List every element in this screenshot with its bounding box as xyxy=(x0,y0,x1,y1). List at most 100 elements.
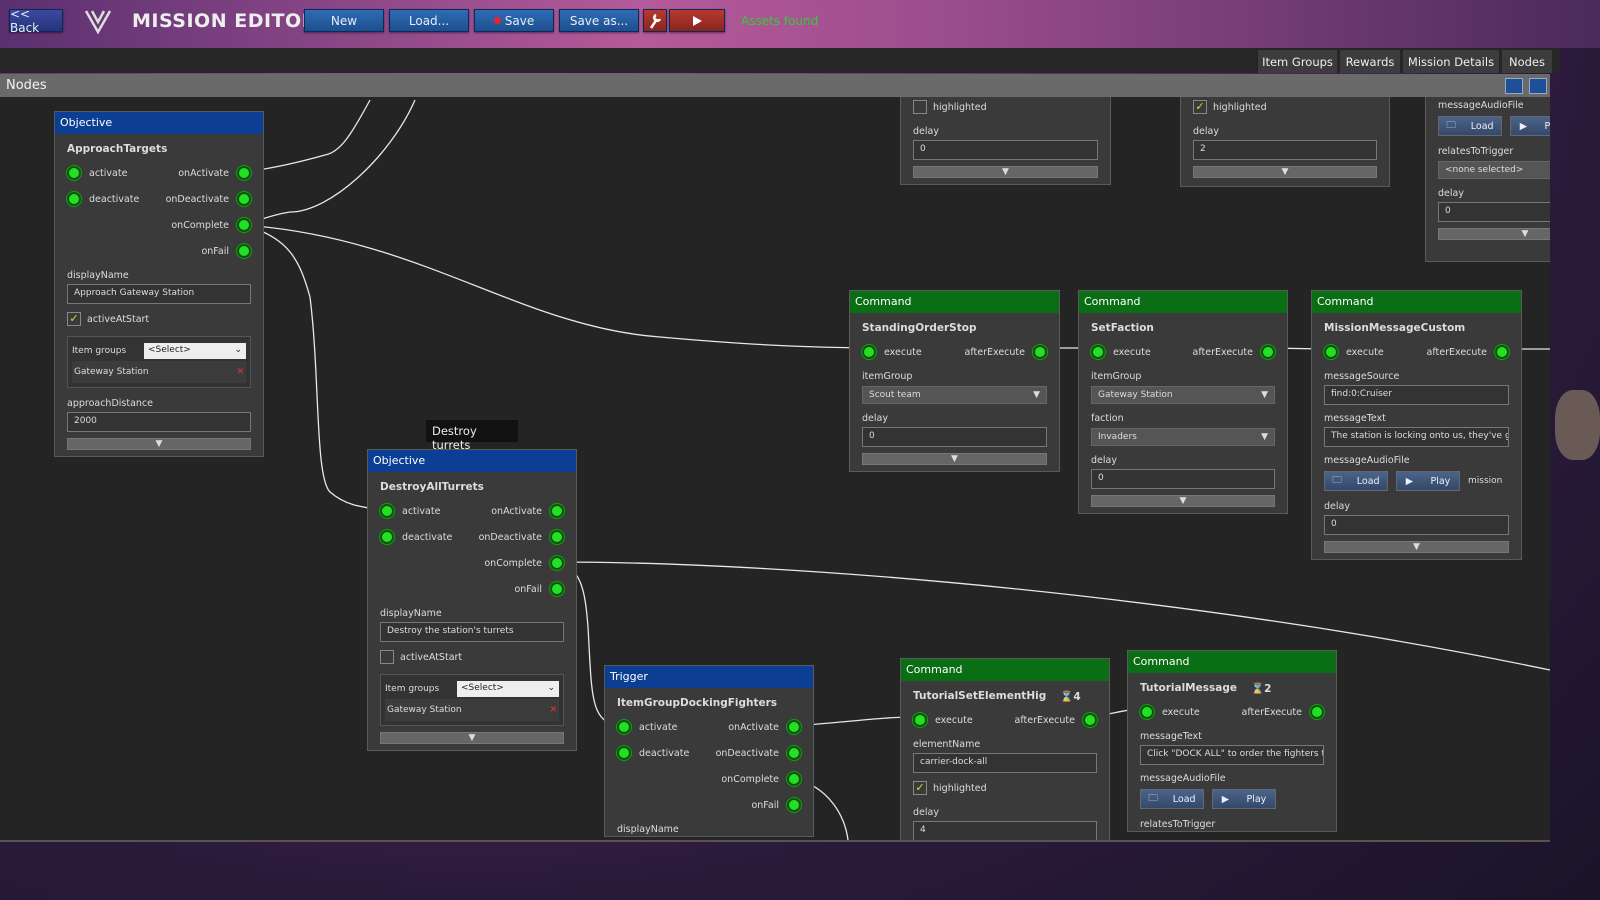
expand-toggle[interactable]: ▼ xyxy=(862,453,1047,465)
item-groups-select[interactable]: <Select> ⌄ xyxy=(144,343,246,359)
port-onComplete-icon[interactable] xyxy=(550,556,564,570)
output-port[interactable]: onComplete xyxy=(484,556,564,570)
port-afterExecute-icon[interactable] xyxy=(1261,345,1275,359)
port-activate-icon[interactable] xyxy=(67,166,81,180)
checkbox-activeAtStart[interactable]: ✓ activeAtStart xyxy=(67,306,251,332)
port-onFail-icon[interactable] xyxy=(787,798,801,812)
node-topC[interactable]: messageAudioFile 🗀 Load ▶ Play relatesToTrigg… xyxy=(1425,97,1550,262)
remove-icon[interactable]: ✕ xyxy=(236,367,244,377)
text-field[interactable]: The station is locking onto us, they've … xyxy=(1324,427,1509,447)
port-deactivate-icon[interactable] xyxy=(380,530,394,544)
node-topA[interactable]: highlighted delay 0 ▼ xyxy=(900,97,1111,185)
input-port[interactable]: deactivate xyxy=(67,192,139,206)
port-execute-icon[interactable] xyxy=(862,345,876,359)
node-header[interactable]: Command xyxy=(1128,651,1336,673)
output-port[interactable]: onComplete xyxy=(721,772,801,786)
tab-rewards[interactable]: Rewards xyxy=(1340,50,1400,73)
checkbox-icon[interactable]: ✓ xyxy=(67,312,81,326)
output-port[interactable]: onActivate xyxy=(178,166,251,180)
maximize-icon[interactable] xyxy=(1529,78,1547,94)
port-execute-icon[interactable] xyxy=(1324,345,1338,359)
port-afterExecute-icon[interactable] xyxy=(1495,345,1509,359)
node-header[interactable]: Command xyxy=(1312,291,1521,313)
output-port[interactable]: afterExecute xyxy=(1015,713,1097,727)
port-activate-icon[interactable] xyxy=(380,504,394,518)
text-field[interactable]: Click "DOCK ALL" to order the fighters t xyxy=(1140,745,1324,765)
output-port[interactable]: onActivate xyxy=(728,720,801,734)
play-icon[interactable] xyxy=(669,9,725,32)
port-onFail-icon[interactable] xyxy=(550,582,564,596)
node-faction[interactable]: Command SetFaction execute afterExecute item… xyxy=(1078,290,1288,514)
remove-icon[interactable]: ✕ xyxy=(549,705,557,715)
expand-toggle[interactable]: ▼ xyxy=(67,438,251,450)
text-field[interactable]: Destroy the station's turrets xyxy=(380,622,564,642)
output-port[interactable]: onDeactivate xyxy=(479,530,564,544)
port-onDeactivate-icon[interactable] xyxy=(237,192,251,206)
node-destroy[interactable]: Objective DestroyAllTurrets activate onActi… xyxy=(367,449,577,751)
port-execute-icon[interactable] xyxy=(1140,705,1154,719)
dropdown[interactable]: Scout team ▼ xyxy=(862,386,1047,404)
port-onDeactivate-icon[interactable] xyxy=(550,530,564,544)
checkbox-icon[interactable] xyxy=(913,100,927,114)
port-afterExecute-icon[interactable] xyxy=(1310,705,1324,719)
expand-toggle[interactable]: ▼ xyxy=(1438,228,1550,240)
expand-toggle[interactable]: ▼ xyxy=(913,166,1098,178)
input-port[interactable]: activate xyxy=(67,166,127,180)
text-field[interactable]: find:0:Cruiser xyxy=(1324,385,1509,405)
port-onComplete-icon[interactable] xyxy=(237,218,251,232)
output-port[interactable]: onDeactivate xyxy=(716,746,801,760)
text-field[interactable]: Approach Gateway Station xyxy=(67,284,251,304)
input-port[interactable]: execute xyxy=(913,713,973,727)
new-button[interactable]: New xyxy=(304,9,384,32)
text-field[interactable]: 0 xyxy=(1091,469,1275,489)
text-field[interactable]: 0 xyxy=(1438,202,1550,222)
checkbox-icon[interactable]: ✓ xyxy=(1193,100,1207,114)
input-port[interactable]: activate xyxy=(380,504,440,518)
port-onActivate-icon[interactable] xyxy=(237,166,251,180)
input-port[interactable]: execute xyxy=(1324,345,1384,359)
port-onActivate-icon[interactable] xyxy=(550,504,564,518)
node-topB[interactable]: ✓ highlighted delay 2 ▼ xyxy=(1180,97,1390,187)
node-header[interactable]: Command xyxy=(901,659,1109,681)
port-execute-icon[interactable] xyxy=(913,713,927,727)
checkbox-icon[interactable] xyxy=(380,650,394,664)
text-field[interactable]: 4 xyxy=(913,821,1097,840)
checkbox-highlighted[interactable]: highlighted xyxy=(913,97,1098,120)
load-audio-button[interactable]: 🗀 Load xyxy=(1324,471,1388,491)
node-tutset[interactable]: Command TutorialSetElementHig ⌛4 execute aft… xyxy=(900,658,1110,840)
expand-toggle[interactable]: ▼ xyxy=(1324,541,1509,553)
load-audio-button[interactable]: 🗀 Load xyxy=(1140,789,1204,809)
save-as-button[interactable]: Save as... xyxy=(559,9,639,32)
node-standing[interactable]: Command StandingOrderStop execute afterExec… xyxy=(849,290,1060,472)
play-audio-button[interactable]: ▶ Play xyxy=(1510,116,1550,136)
load-audio-button[interactable]: 🗀 Load xyxy=(1438,116,1502,136)
port-execute-icon[interactable] xyxy=(1091,345,1105,359)
input-port[interactable]: deactivate xyxy=(380,530,452,544)
tab-item-groups[interactable]: Item Groups xyxy=(1258,50,1337,73)
expand-toggle[interactable]: ▼ xyxy=(1091,495,1275,507)
port-deactivate-icon[interactable] xyxy=(67,192,81,206)
checkbox-activeAtStart[interactable]: activeAtStart xyxy=(380,644,564,670)
output-port[interactable]: afterExecute xyxy=(1242,705,1324,719)
text-field[interactable]: 0 xyxy=(913,140,1098,160)
port-onDeactivate-icon[interactable] xyxy=(787,746,801,760)
dropdown[interactable]: Gateway Station ▼ xyxy=(1091,386,1275,404)
text-field[interactable]: 2 xyxy=(1193,140,1377,160)
checkbox-highlighted[interactable]: ✓ highlighted xyxy=(1193,97,1377,120)
input-port[interactable]: deactivate xyxy=(617,746,689,760)
port-onFail-icon[interactable] xyxy=(237,244,251,258)
text-field[interactable]: 0 xyxy=(862,427,1047,447)
port-activate-icon[interactable] xyxy=(617,720,631,734)
item-groups-select[interactable]: <Select> ⌄ xyxy=(457,681,559,697)
output-port[interactable]: onFail xyxy=(514,582,564,596)
play-audio-button[interactable]: ▶ Play xyxy=(1212,789,1276,809)
minimize-icon[interactable] xyxy=(1505,78,1523,94)
output-port[interactable]: afterExecute xyxy=(1193,345,1275,359)
output-port[interactable]: afterExecute xyxy=(965,345,1047,359)
node-msgcustom[interactable]: Command MissionMessageCustom execute afterE… xyxy=(1311,290,1522,560)
node-header[interactable]: Objective xyxy=(368,450,576,472)
node-trigger[interactable]: Trigger ItemGroupDockingFighters activate o… xyxy=(604,665,814,837)
text-field[interactable]: 0 xyxy=(1324,515,1509,535)
tab-nodes[interactable]: Nodes xyxy=(1502,50,1552,73)
node-header[interactable]: Command xyxy=(1079,291,1287,313)
